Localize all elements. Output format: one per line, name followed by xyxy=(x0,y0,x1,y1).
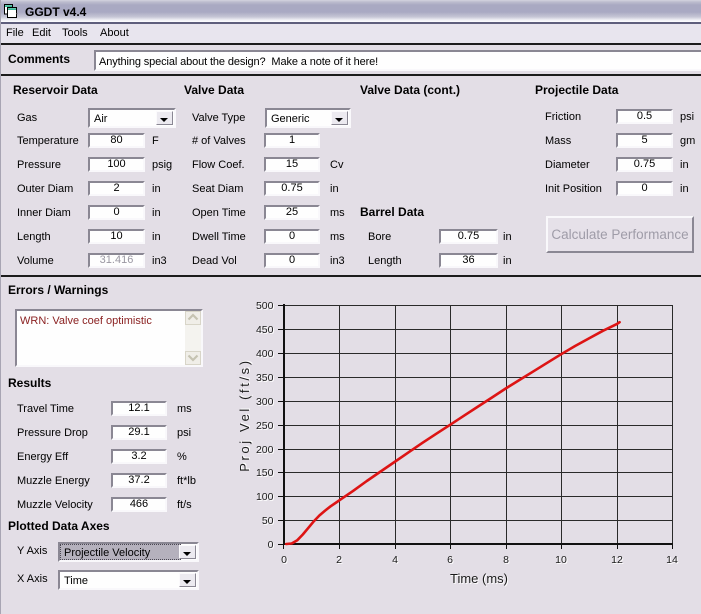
svg-text:500: 500 xyxy=(256,300,274,312)
svg-text:4: 4 xyxy=(392,554,398,566)
svg-text:2: 2 xyxy=(336,554,342,566)
svg-text:150: 150 xyxy=(256,467,274,479)
svg-text:10: 10 xyxy=(555,554,567,566)
svg-text:Proj Vel (ft/s): Proj Vel (ft/s) xyxy=(237,358,252,471)
svg-text:14: 14 xyxy=(666,554,678,566)
svg-text:200: 200 xyxy=(256,444,274,456)
svg-text:350: 350 xyxy=(256,372,274,384)
svg-text:450: 450 xyxy=(256,324,274,336)
svg-text:300: 300 xyxy=(256,396,274,408)
svg-text:8: 8 xyxy=(503,554,509,566)
svg-text:100: 100 xyxy=(256,491,274,503)
svg-text:0: 0 xyxy=(268,539,274,551)
svg-text:50: 50 xyxy=(262,515,274,527)
svg-text:6: 6 xyxy=(447,554,453,566)
svg-text:400: 400 xyxy=(256,348,274,360)
svg-text:12: 12 xyxy=(611,554,623,566)
svg-text:Time (ms): Time (ms) xyxy=(450,571,508,586)
svg-text:0: 0 xyxy=(281,554,287,566)
svg-text:250: 250 xyxy=(256,420,274,432)
